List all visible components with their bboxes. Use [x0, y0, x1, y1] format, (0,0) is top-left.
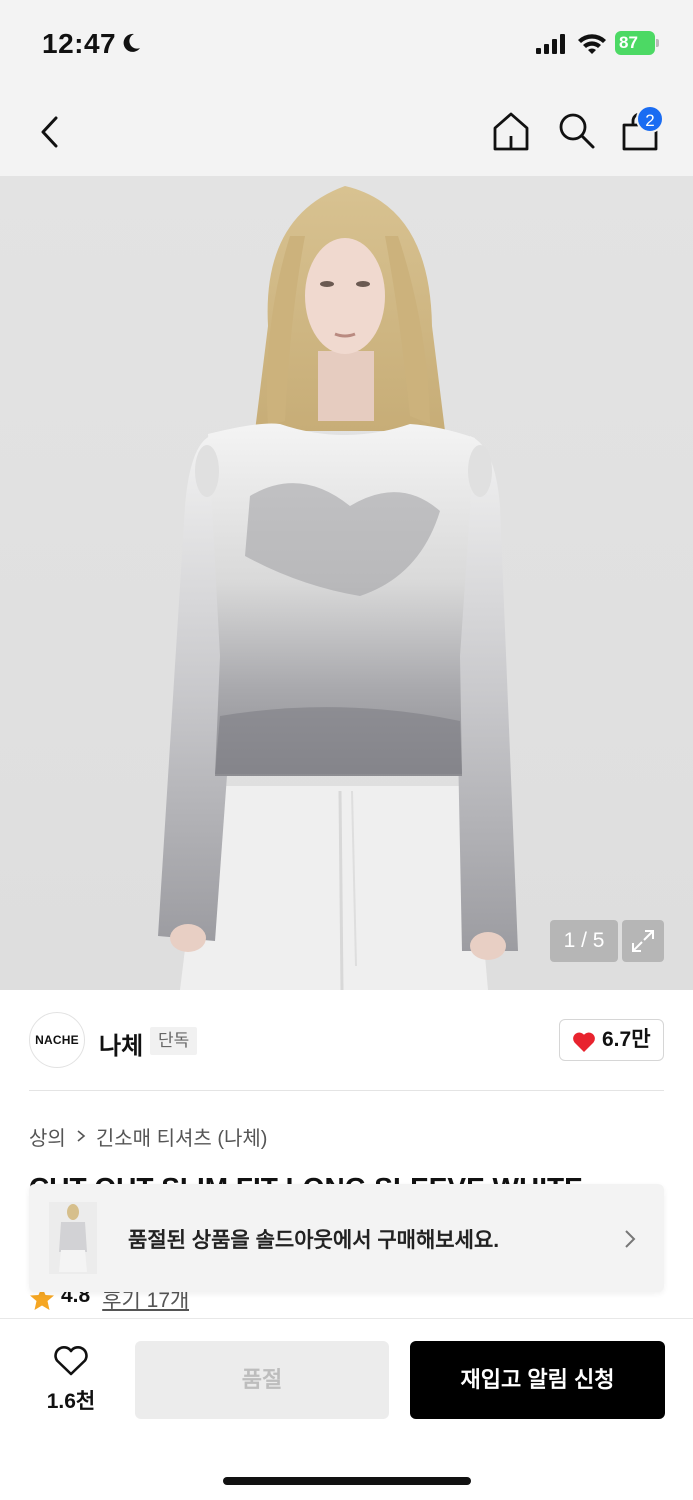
search-icon[interactable] — [556, 110, 596, 150]
heart-outline-icon — [54, 1346, 88, 1376]
wifi-icon — [578, 34, 606, 54]
breadcrumb: 상의 긴소매 티셔츠 (나체) — [29, 1122, 267, 1150]
exclusive-badge: 단독 — [150, 1027, 198, 1055]
brand-like-button[interactable]: 6.7만 — [559, 1019, 664, 1061]
breadcrumb-category[interactable]: 상의 — [29, 1122, 66, 1151]
cart-count-badge: 2 — [636, 105, 664, 133]
product-thumbnail — [49, 1202, 97, 1274]
image-pager: 1 / 5 — [550, 920, 618, 962]
wishlist-count: 1.6천 — [46, 1390, 96, 1413]
home-icon[interactable] — [491, 110, 531, 152]
soldout-button[interactable]: 품절 — [135, 1341, 389, 1419]
product-photo — [158, 186, 518, 990]
wishlist-button[interactable]: 1.6천 — [36, 1345, 106, 1417]
chevron-right-icon — [77, 1130, 86, 1142]
battery-cap — [656, 39, 659, 47]
battery-percent: 87 — [619, 33, 638, 52]
chevron-right-icon — [625, 1230, 636, 1248]
product-image-carousel[interactable]: 1 / 5 — [0, 176, 693, 990]
product-detail-screen: 12:47 87 2 1 / 5 NACHE 나체 단독 6.7만 상의 긴소매… — [0, 0, 693, 1500]
restock-alert-button[interactable]: 재입고 알림 신청 — [410, 1341, 665, 1419]
status-bar: 12:47 87 — [0, 0, 693, 88]
expand-image-button[interactable] — [622, 920, 664, 962]
home-indicator — [223, 1477, 471, 1485]
signal-icon — [536, 34, 565, 54]
divider — [29, 1090, 664, 1091]
back-arrow-icon[interactable] — [36, 112, 66, 152]
breadcrumb-subcategory[interactable]: 긴소매 티셔츠 (나체) — [96, 1122, 268, 1151]
banner-text: 품절된 상품을 솔드아웃에서 구매해보세요. — [128, 1229, 500, 1252]
battery-indicator: 87 — [615, 31, 659, 55]
top-nav-bar: 2 — [0, 88, 693, 176]
banner-thumbnail — [49, 1202, 97, 1274]
expand-icon — [632, 930, 654, 952]
status-time: 12:47 — [42, 28, 117, 59]
bottom-action-bar: 1.6천 품절 재입고 알림 신청 — [0, 1318, 693, 1500]
brand-name[interactable]: 나체 — [99, 1026, 143, 1061]
heart-filled-icon — [573, 1032, 595, 1052]
brand-like-count: 6.7만 — [602, 1028, 651, 1051]
moon-icon — [123, 33, 140, 52]
soldout-promo-banner[interactable]: 품절된 상품을 솔드아웃에서 구매해보세요. — [29, 1184, 664, 1292]
brand-logo[interactable]: NACHE — [29, 1012, 85, 1068]
